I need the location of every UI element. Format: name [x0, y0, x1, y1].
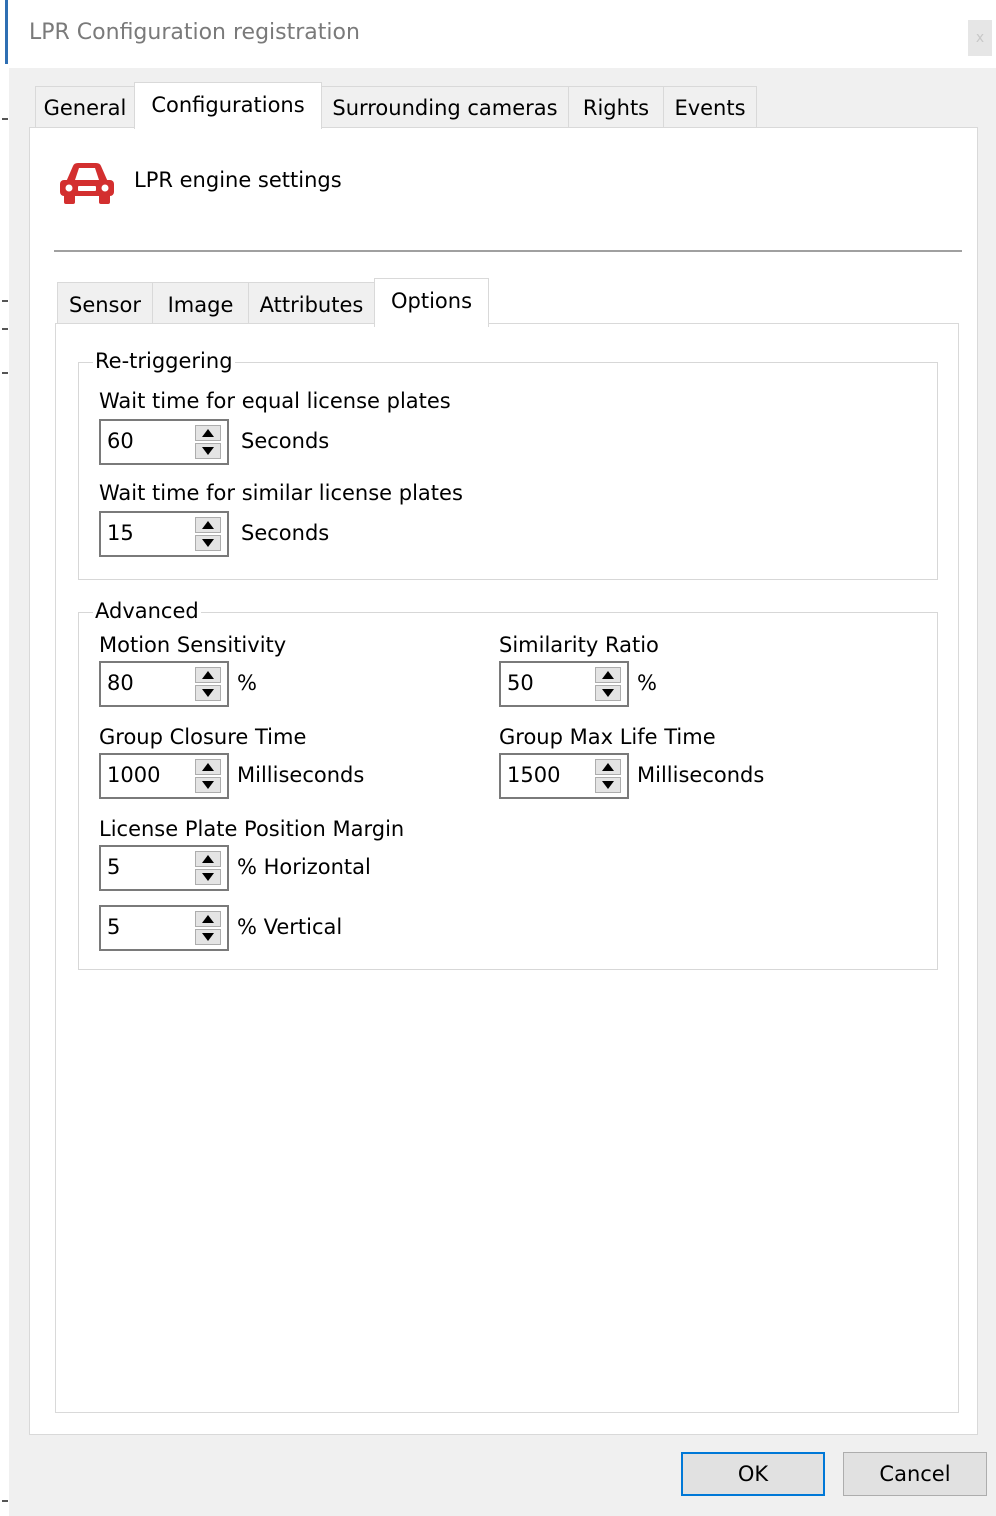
motion-sensitivity-unit: %	[237, 671, 257, 695]
equal-plates-wait-spinner[interactable]: 60	[99, 419, 229, 465]
configurations-panel: LPR engine settings Sensor Image Attribu…	[29, 127, 978, 1435]
plate-margin-vertical-unit: % Vertical	[237, 915, 343, 939]
similar-plates-wait-spinner[interactable]: 15	[99, 511, 229, 557]
spin-up-arrow-icon[interactable]	[595, 759, 621, 775]
spin-up-arrow-icon[interactable]	[195, 667, 221, 683]
spin-up-arrow-icon[interactable]	[195, 517, 221, 533]
tab-sensor[interactable]: Sensor	[57, 282, 153, 326]
tab-configurations[interactable]: Configurations	[134, 82, 322, 129]
cancel-button[interactable]: Cancel	[843, 1452, 987, 1496]
group-max-life-time-spinner[interactable]: 1500	[499, 753, 629, 799]
divider	[54, 250, 962, 252]
plate-margin-horizontal-unit: % Horizontal	[237, 855, 371, 879]
background-window-mark	[2, 328, 8, 330]
dialog-window: LPR Configuration registration x General…	[9, 0, 996, 1516]
similarity-ratio-value[interactable]: 50	[507, 663, 534, 703]
spin-up-arrow-icon[interactable]	[195, 759, 221, 775]
spin-down-arrow-icon[interactable]	[595, 777, 621, 793]
similarity-ratio-label: Similarity Ratio	[499, 633, 659, 657]
group-max-life-time-unit: Milliseconds	[637, 763, 765, 787]
motion-sensitivity-spinner[interactable]: 80	[99, 661, 229, 707]
window-title: LPR Configuration registration	[29, 20, 360, 45]
tab-surrounding-cameras[interactable]: Surrounding cameras	[321, 86, 569, 128]
group-closure-time-unit: Milliseconds	[237, 763, 365, 787]
background-window-mark	[2, 118, 8, 120]
background-window-mark	[2, 300, 8, 302]
tab-attributes[interactable]: Attributes	[248, 282, 375, 326]
plate-margin-vertical-value[interactable]: 5	[107, 907, 120, 947]
similarity-ratio-unit: %	[637, 671, 657, 695]
spin-up-arrow-icon[interactable]	[195, 851, 221, 867]
equal-plates-unit: Seconds	[241, 429, 330, 453]
close-button[interactable]: x	[968, 20, 992, 56]
group-max-life-time-label: Group Max Life Time	[499, 725, 716, 749]
motion-sensitivity-value[interactable]: 80	[107, 663, 134, 703]
options-panel: Re-triggering Wait time for equal licens…	[55, 323, 959, 1413]
background-window-strip	[0, 0, 9, 1516]
advanced-legend: Advanced	[93, 596, 201, 626]
similar-plates-label: Wait time for similar license plates	[99, 481, 463, 505]
section-title: LPR engine settings	[134, 168, 342, 192]
tab-image[interactable]: Image	[152, 282, 249, 326]
ok-button[interactable]: OK	[681, 1452, 825, 1496]
plate-margin-horizontal-spinner[interactable]: 5	[99, 845, 229, 891]
spin-up-arrow-icon[interactable]	[195, 425, 221, 441]
spin-down-arrow-icon[interactable]	[195, 777, 221, 793]
spin-down-arrow-icon[interactable]	[595, 685, 621, 701]
background-window-mark	[2, 372, 8, 374]
similar-plates-wait-value[interactable]: 15	[107, 513, 134, 553]
group-closure-time-label: Group Closure Time	[99, 725, 307, 749]
group-max-life-time-value[interactable]: 1500	[507, 755, 560, 795]
spin-down-arrow-icon[interactable]	[195, 929, 221, 945]
tab-options[interactable]: Options	[374, 278, 489, 327]
equal-plates-wait-value[interactable]: 60	[107, 421, 134, 461]
background-window-accent	[5, 0, 8, 64]
title-bar: LPR Configuration registration x	[9, 0, 996, 68]
car-icon	[60, 163, 114, 204]
motion-sensitivity-label: Motion Sensitivity	[99, 633, 287, 657]
plate-margin-horizontal-value[interactable]: 5	[107, 847, 120, 887]
similarity-ratio-spinner[interactable]: 50	[499, 661, 629, 707]
tab-general[interactable]: General	[35, 86, 135, 128]
group-closure-time-spinner[interactable]: 1000	[99, 753, 229, 799]
tab-rights[interactable]: Rights	[568, 86, 664, 128]
advanced-group: Advanced Motion Sensitivity 80 % Similar…	[78, 596, 938, 970]
background-window-mark	[2, 1500, 8, 1502]
spin-down-arrow-icon[interactable]	[195, 443, 221, 459]
group-closure-time-value[interactable]: 1000	[107, 755, 160, 795]
equal-plates-label: Wait time for equal license plates	[99, 389, 451, 413]
spin-up-arrow-icon[interactable]	[595, 667, 621, 683]
plate-margin-vertical-spinner[interactable]: 5	[99, 905, 229, 951]
retriggering-legend: Re-triggering	[93, 346, 235, 376]
spin-down-arrow-icon[interactable]	[195, 535, 221, 551]
spin-down-arrow-icon[interactable]	[195, 869, 221, 885]
spin-down-arrow-icon[interactable]	[195, 685, 221, 701]
retriggering-group: Re-triggering Wait time for equal licens…	[78, 346, 938, 580]
plate-margin-label: License Plate Position Margin	[99, 817, 405, 841]
similar-plates-unit: Seconds	[241, 521, 330, 545]
spin-up-arrow-icon[interactable]	[195, 911, 221, 927]
tab-events[interactable]: Events	[663, 86, 757, 128]
